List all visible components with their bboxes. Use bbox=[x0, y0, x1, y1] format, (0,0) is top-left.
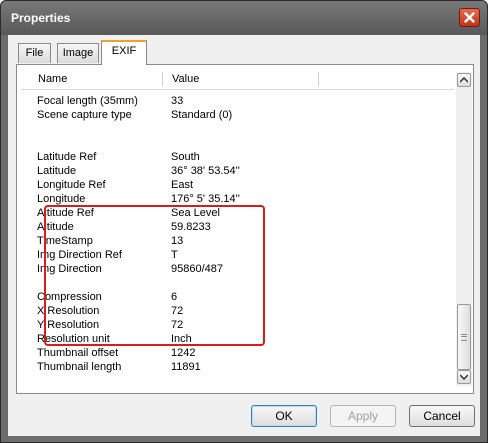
dialog-body: File Image EXIF Name Value Focal length … bbox=[8, 35, 480, 436]
column-header-value[interactable]: Value bbox=[164, 69, 199, 89]
arrow-up-icon bbox=[460, 77, 468, 83]
row-value: 36° 38' 53.54'' bbox=[171, 165, 240, 177]
row-name: Thumbnail offset bbox=[37, 347, 119, 359]
row-value: 13 bbox=[171, 235, 184, 247]
table-row[interactable]: Scene capture type Standard (0) bbox=[21, 108, 454, 122]
list-header: Name Value bbox=[21, 69, 454, 90]
scrollbar-thumb[interactable] bbox=[457, 304, 471, 370]
row-value: East bbox=[171, 179, 194, 191]
table-row[interactable]: Thumbnail length 11891 bbox=[21, 360, 454, 374]
row-name: TimeStamp bbox=[37, 235, 93, 247]
table-row[interactable]: Compression 6 bbox=[21, 290, 454, 304]
table-row[interactable]: Latitude 36° 38' 53.54'' bbox=[21, 164, 454, 178]
row-value: 176° 5' 35.14'' bbox=[171, 193, 240, 205]
row-value: T bbox=[171, 249, 178, 261]
table-row[interactable]: Focal length (35mm) 33 bbox=[21, 94, 454, 108]
row-value: Sea Level bbox=[171, 207, 220, 219]
row-name: Img Direction bbox=[37, 263, 102, 275]
properties-dialog: Properties File Image EXIF Name Value Fo… bbox=[0, 0, 488, 443]
table-row[interactable]: Y Resolution 72 bbox=[21, 318, 454, 332]
row-name: Latitude bbox=[37, 165, 77, 177]
row-name: Focal length (35mm) bbox=[37, 95, 138, 107]
grip-icon bbox=[461, 334, 467, 341]
row-name: Altitude Ref bbox=[37, 207, 94, 219]
table-row[interactable]: Img Direction Ref T bbox=[21, 248, 454, 262]
row-name: Y Resolution bbox=[37, 319, 100, 331]
column-divider[interactable] bbox=[162, 72, 163, 86]
ok-button[interactable]: OK bbox=[251, 405, 317, 427]
table-row[interactable]: Resolution unit Inch bbox=[21, 332, 454, 346]
tab-file[interactable]: File bbox=[18, 43, 51, 63]
row-name: Thumbnail length bbox=[37, 361, 122, 373]
row-value: 11891 bbox=[171, 361, 201, 373]
scroll-up-button[interactable] bbox=[457, 73, 471, 87]
column-header-name[interactable]: Name bbox=[30, 69, 67, 89]
close-button[interactable] bbox=[459, 8, 480, 27]
table-row[interactable]: Altitude Ref Sea Level bbox=[21, 206, 454, 220]
table-row[interactable]: Longitude Ref East bbox=[21, 178, 454, 192]
window-title: Properties bbox=[11, 11, 71, 25]
vertical-scrollbar[interactable] bbox=[456, 72, 472, 386]
row-value: 1242 bbox=[171, 347, 196, 359]
tab-image[interactable]: Image bbox=[57, 43, 99, 63]
row-name: Img Direction Ref bbox=[37, 249, 122, 261]
row-value: South bbox=[171, 151, 200, 163]
row-value: Standard (0) bbox=[171, 109, 233, 121]
title-bar[interactable]: Properties bbox=[1, 1, 487, 35]
table-row[interactable]: X Resolution 72 bbox=[21, 304, 454, 318]
row-name: Resolution unit bbox=[37, 333, 110, 345]
row-name: X Resolution bbox=[37, 305, 100, 317]
apply-button[interactable]: Apply bbox=[330, 405, 396, 427]
row-value: 33 bbox=[171, 95, 184, 107]
table-row[interactable]: Latitude Ref South bbox=[21, 150, 454, 164]
row-value: 59.8233 bbox=[171, 221, 211, 233]
row-name: Altitude bbox=[37, 221, 74, 233]
scroll-down-button[interactable] bbox=[457, 370, 471, 384]
table-row[interactable]: Longitude 176° 5' 35.14'' bbox=[21, 192, 454, 206]
row-name: Longitude bbox=[37, 193, 86, 205]
row-value: 72 bbox=[171, 319, 184, 331]
row-name: Latitude Ref bbox=[37, 151, 97, 163]
exif-list[interactable]: Name Value Focal length (35mm) 33 Scene … bbox=[21, 69, 454, 386]
tab-exif[interactable]: EXIF bbox=[101, 40, 147, 65]
table-row[interactable]: Altitude 59.8233 bbox=[21, 220, 454, 234]
row-value: 72 bbox=[171, 305, 184, 317]
table-row[interactable]: TimeStamp 13 bbox=[21, 234, 454, 248]
arrow-down-icon bbox=[460, 374, 468, 380]
table-row[interactable]: Img Direction 95860/487 bbox=[21, 262, 454, 276]
column-divider[interactable] bbox=[318, 72, 319, 86]
table-row[interactable]: Thumbnail offset 1242 bbox=[21, 346, 454, 360]
cancel-button[interactable]: Cancel bbox=[409, 405, 475, 427]
row-value: Inch bbox=[171, 333, 192, 345]
row-value: 95860/487 bbox=[171, 263, 223, 275]
close-icon bbox=[464, 12, 475, 23]
row-name: Compression bbox=[37, 291, 102, 303]
row-name: Longitude Ref bbox=[37, 179, 106, 191]
row-value: 6 bbox=[171, 291, 178, 303]
row-name: Scene capture type bbox=[37, 109, 132, 121]
